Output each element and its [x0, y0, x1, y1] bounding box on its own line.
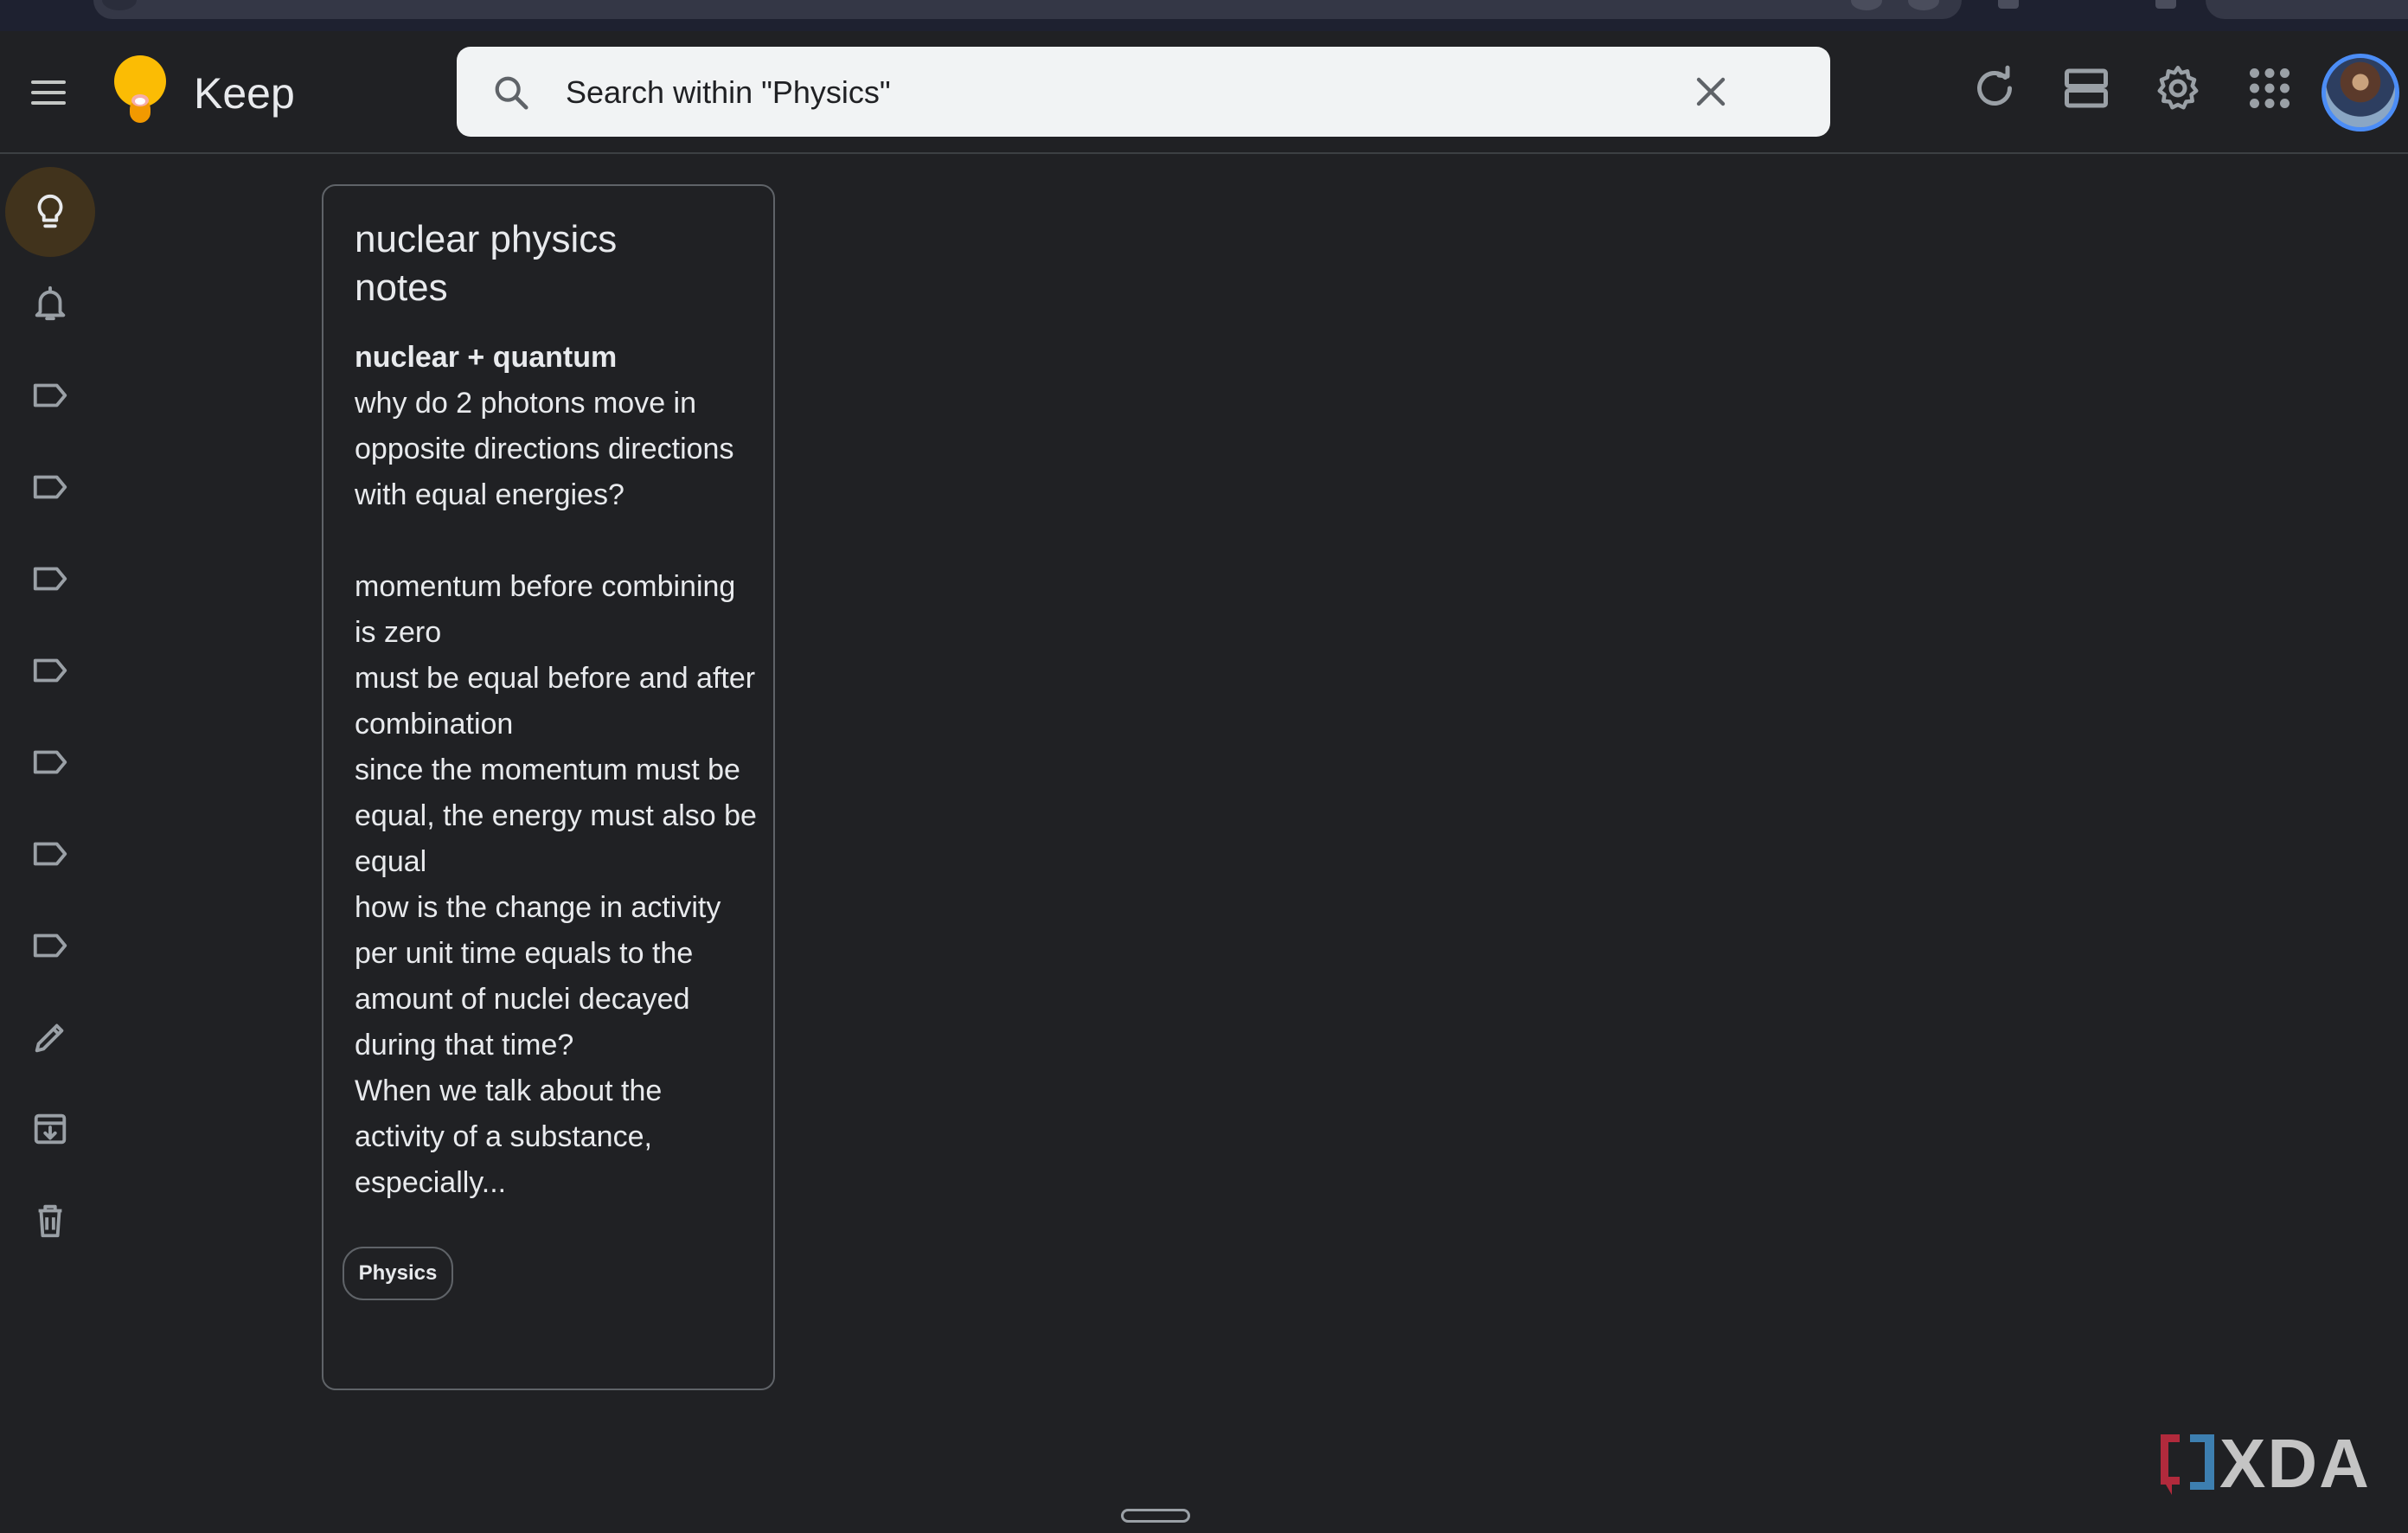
sidebar-item-reminders[interactable]	[5, 259, 95, 349]
label-icon	[33, 750, 67, 774]
browser-address-bar[interactable]	[93, 0, 1962, 19]
note-line: with equal energies?	[355, 478, 624, 511]
sidebar-item-trash[interactable]	[5, 1176, 95, 1266]
search-input[interactable]	[564, 66, 1692, 119]
note-title-line: nuclear physics	[355, 218, 618, 260]
apps-icon[interactable]	[2244, 62, 2296, 114]
note-title: nuclear physics notes	[355, 215, 752, 312]
note-title-line: notes	[355, 266, 448, 309]
trash-icon	[38, 1204, 62, 1238]
label-icon	[33, 933, 67, 958]
label-chip-physics[interactable]: Physics	[343, 1247, 453, 1300]
keep-logo-icon	[114, 55, 166, 123]
avatar[interactable]	[2322, 54, 2399, 131]
note-line: equal	[355, 845, 427, 878]
browser-profile-icon[interactable]	[2155, 0, 2176, 9]
sidebar-item-label[interactable]	[5, 350, 95, 440]
note-line: When we talk about the	[355, 1074, 663, 1107]
archive-icon	[34, 1113, 67, 1145]
label-icon	[33, 383, 67, 407]
app-header: Keep	[0, 31, 2408, 154]
note-blank-line	[355, 518, 761, 564]
label-icon	[33, 567, 67, 591]
sidebar-item-archive[interactable]	[5, 1084, 95, 1174]
label-icon	[33, 842, 67, 866]
sidebar-item-edit-labels[interactable]	[5, 992, 95, 1082]
pencil-icon	[35, 1023, 64, 1053]
search-bar[interactable]	[457, 47, 1830, 137]
note-line: opposite directions directions	[355, 433, 734, 465]
sidebar-item-label[interactable]	[5, 625, 95, 715]
note-line: per unit time equals to the	[355, 937, 694, 970]
note-heading: nuclear + quantum	[355, 341, 618, 374]
browser-tab[interactable]	[2206, 0, 2408, 19]
note-line: how is the change in activity	[355, 891, 721, 924]
clear-search-icon[interactable]	[1690, 71, 1732, 112]
note-line: during that time?	[355, 1029, 574, 1062]
note-line: is zero	[355, 616, 442, 649]
note-body: nuclear + quantum why do 2 photons move …	[355, 335, 761, 1206]
browser-tab-icon[interactable]	[1998, 0, 2019, 9]
list-view-icon[interactable]	[2060, 62, 2112, 114]
note-line: equal, the energy must also be	[355, 799, 757, 832]
note-line: combination	[355, 708, 514, 741]
xda-logo-icon	[2161, 1434, 2214, 1495]
sidebar	[0, 154, 104, 1279]
note-line: must be equal before and after	[355, 662, 756, 695]
note-line: why do 2 photons move in	[355, 387, 697, 420]
note-line: amount of nuclei decayed	[355, 983, 690, 1016]
label-icon	[33, 658, 67, 683]
sidebar-item-label[interactable]	[5, 442, 95, 532]
main-menu-icon[interactable]	[21, 65, 76, 120]
label-icon	[33, 475, 67, 499]
bell-icon	[35, 285, 66, 321]
sidebar-item-label[interactable]	[5, 534, 95, 624]
sidebar-item-notes[interactable]	[5, 167, 95, 257]
search-icon[interactable]	[491, 73, 531, 112]
home-indicator	[1121, 1509, 1190, 1523]
note-line: especially...	[355, 1166, 507, 1199]
sidebar-item-label[interactable]	[5, 809, 95, 899]
note-card[interactable]: nuclear physics notes nuclear + quantum …	[322, 184, 775, 1390]
refresh-icon[interactable]	[1969, 62, 2021, 114]
sidebar-item-label[interactable]	[5, 901, 95, 991]
settings-icon[interactable]	[2152, 62, 2204, 114]
lightbulb-icon	[37, 194, 63, 228]
note-line: activity of a substance,	[355, 1120, 652, 1153]
xda-watermark-text: XDA	[2219, 1425, 2371, 1502]
browser-chrome	[0, 0, 2408, 31]
note-line: since the momentum must be	[355, 754, 740, 786]
xda-watermark: XDA	[2155, 1429, 2380, 1498]
app-title: Keep	[194, 69, 295, 118]
sidebar-item-label[interactable]	[5, 717, 95, 807]
note-line: momentum before combining	[355, 570, 736, 603]
